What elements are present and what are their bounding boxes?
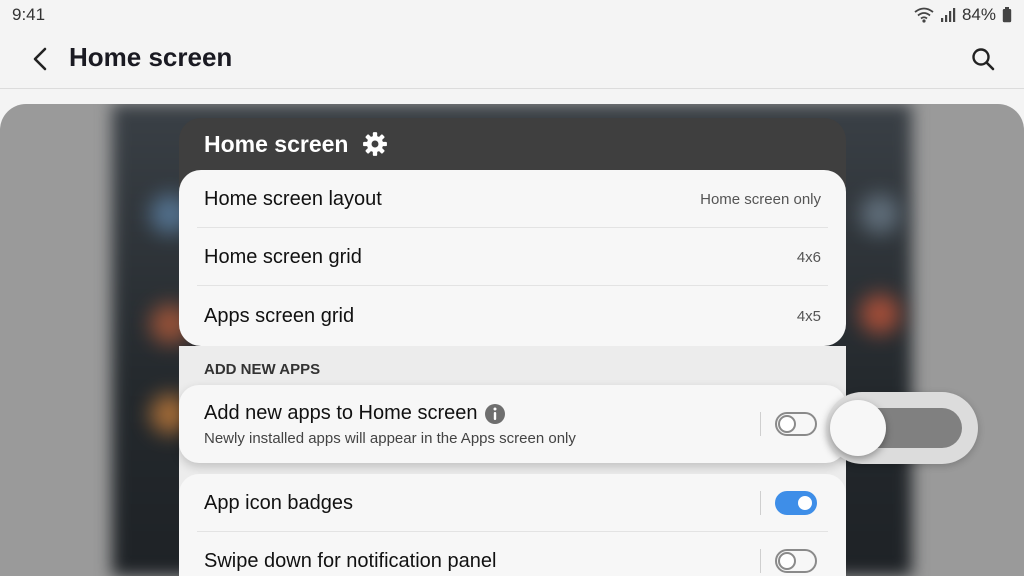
row-value: 4x5 [796, 308, 821, 325]
swipe-down-notification-toggle[interactable] [775, 549, 817, 573]
row-label: Home screen layout [204, 188, 382, 210]
swipe-down-notification-row[interactable]: Swipe down for notification panel [179, 532, 846, 576]
app-bar: Home screen [0, 30, 1024, 88]
chevron-left-icon [33, 47, 47, 71]
search-icon [972, 48, 995, 71]
app-bar-divider [0, 88, 1024, 89]
add-new-apps-title: Add new apps to Home screen [204, 402, 478, 424]
toggle-separator [760, 549, 761, 573]
toggle-knob [830, 400, 886, 456]
battery-icon [1002, 7, 1012, 23]
toggle-knob [796, 494, 814, 512]
toggle-separator [760, 412, 761, 436]
row-label: Home screen grid [204, 246, 362, 268]
signal-icon [940, 7, 956, 23]
search-button[interactable] [966, 42, 1000, 76]
app-icon-badges-row[interactable]: App icon badges [179, 474, 846, 532]
wifi-icon [914, 7, 934, 23]
toggle-knob [778, 415, 796, 433]
battery-percent: 84% [961, 5, 996, 24]
add-new-apps-row[interactable]: Add new apps to Home screen Newly instal… [179, 385, 846, 463]
add-new-apps-toggle-zoomed[interactable] [826, 392, 978, 464]
add-new-apps-description: Newly installed apps will appear in the … [204, 430, 576, 447]
gear-icon[interactable] [362, 131, 388, 157]
status-bar: 9:41 84% [0, 0, 1024, 30]
status-time: 9:41 [12, 5, 46, 24]
blurred-app-icon [860, 294, 900, 334]
row-value: Home screen only [700, 191, 821, 208]
app-icon-badges-toggle[interactable] [775, 491, 817, 515]
grid-settings-card: Home screen layout Home screen only Home… [179, 170, 846, 346]
row-divider [197, 285, 828, 286]
apps-screen-grid-row[interactable]: Apps screen grid 4x5 [179, 287, 846, 345]
toggle-knob [778, 552, 796, 570]
row-label: Swipe down for notification panel [204, 550, 497, 572]
page-title: Home screen [69, 42, 233, 72]
add-new-apps-toggle[interactable] [775, 412, 817, 436]
home-screen-layout-row[interactable]: Home screen layout Home screen only [179, 170, 846, 228]
row-label: App icon badges [204, 492, 354, 514]
panel-title: Home screen [204, 131, 349, 157]
section-label: ADD NEW APPS [204, 361, 321, 378]
status-indicators: 84% [914, 5, 1012, 25]
toggle-settings-card: App icon badges Swipe down for notificat… [179, 474, 846, 576]
back-button[interactable] [24, 42, 56, 76]
home-screen-grid-row[interactable]: Home screen grid 4x6 [179, 228, 846, 286]
blurred-app-icon [860, 194, 900, 234]
info-icon[interactable] [484, 403, 506, 425]
row-label: Apps screen grid [204, 305, 355, 327]
toggle-separator [760, 491, 761, 515]
row-value: 4x6 [796, 249, 821, 266]
screen: 9:41 84% Home screen Home screen Home sc… [0, 0, 1024, 576]
